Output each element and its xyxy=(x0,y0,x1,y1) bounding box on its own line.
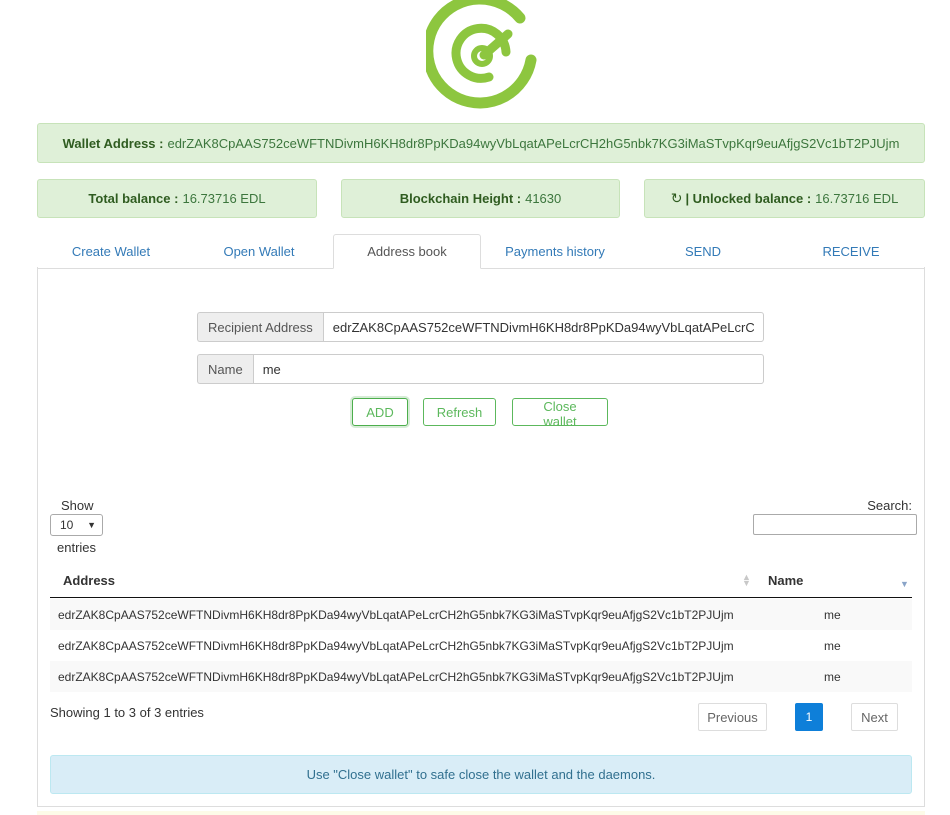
table-header-divider xyxy=(50,597,912,598)
bottom-strip xyxy=(37,811,925,815)
entries-label: entries xyxy=(57,540,97,555)
close-wallet-button[interactable]: Close wallet xyxy=(512,398,608,429)
refresh-button[interactable]: Refresh xyxy=(423,398,496,426)
tab-address-book[interactable]: Address book xyxy=(333,234,481,269)
sort-desc-icon: ▼ xyxy=(900,579,909,589)
row-name: me xyxy=(824,669,841,684)
row-address: edrZAK8CpAAS752ceWFTNDivmH6KH8dr8PpKDa94… xyxy=(58,607,734,622)
blockchain-height-label: Blockchain Height : xyxy=(399,191,522,206)
tab-payments-history[interactable]: Payments history xyxy=(481,234,629,268)
total-balance-label: Total balance : xyxy=(88,191,179,206)
chevron-down-icon: ▼ xyxy=(87,520,96,530)
page-length-value: 10 xyxy=(60,518,74,532)
table-info: Showing 1 to 3 of 3 entries xyxy=(50,705,204,720)
blockchain-height-value: 41630 xyxy=(525,191,562,206)
blockchain-height-panel: Blockchain Height : 41630 xyxy=(341,179,620,218)
wallet-logo xyxy=(426,0,537,109)
table-row[interactable]: edrZAK8CpAAS752ceWFTNDivmH6KH8dr8PpKDa94… xyxy=(50,599,912,630)
name-group: Name xyxy=(197,354,764,384)
refresh-icon[interactable]: ↻ xyxy=(671,190,683,207)
next-page-button[interactable]: Next xyxy=(851,703,898,731)
tab-create-wallet[interactable]: Create Wallet xyxy=(37,234,185,268)
show-label: Show xyxy=(61,498,94,513)
wallet-address-label: Wallet Address : xyxy=(62,135,164,151)
search-input[interactable] xyxy=(753,514,917,535)
row-name: me xyxy=(824,607,841,622)
name-label: Name xyxy=(197,354,253,384)
recipient-address-group: Recipient Address xyxy=(197,312,764,342)
table-row[interactable]: edrZAK8CpAAS752ceWFTNDivmH6KH8dr8PpKDa94… xyxy=(50,661,912,692)
column-header-name[interactable]: Name xyxy=(768,573,803,588)
tab-open-wallet[interactable]: Open Wallet xyxy=(185,234,333,268)
recipient-address-input[interactable] xyxy=(322,312,764,342)
tab-receive[interactable]: RECEIVE xyxy=(777,234,925,268)
recipient-address-label: Recipient Address xyxy=(197,312,323,342)
close-wallet-info-alert: Use "Close wallet" to safe close the wal… xyxy=(50,755,912,794)
unlocked-balance-label: | Unlocked balance : xyxy=(685,191,812,206)
address-book-panel xyxy=(37,267,925,807)
add-button[interactable]: ADD xyxy=(352,398,408,426)
wallet-address-value: edrZAK8CpAAS752ceWFTNDivmH6KH8dr8PpKDa94… xyxy=(167,135,900,151)
page-length-select[interactable]: 10 ▼ xyxy=(50,514,103,536)
wallet-address-panel: Wallet Address : edrZAK8CpAAS752ceWFTNDi… xyxy=(37,123,925,163)
sort-both-icon: ▲ ▼ xyxy=(742,572,751,588)
column-header-address[interactable]: Address xyxy=(63,573,115,588)
table-row[interactable]: edrZAK8CpAAS752ceWFTNDivmH6KH8dr8PpKDa94… xyxy=(50,630,912,661)
row-address: edrZAK8CpAAS752ceWFTNDivmH6KH8dr8PpKDa94… xyxy=(58,638,734,653)
unlocked-balance-panel: ↻ | Unlocked balance : 16.73716 EDL xyxy=(644,179,925,218)
name-input[interactable] xyxy=(252,354,764,384)
previous-page-button[interactable]: Previous xyxy=(698,703,767,731)
unlocked-balance-value: 16.73716 EDL xyxy=(815,191,899,206)
row-name: me xyxy=(824,638,841,653)
total-balance-panel: Total balance : 16.73716 EDL xyxy=(37,179,317,218)
row-address: edrZAK8CpAAS752ceWFTNDivmH6KH8dr8PpKDa94… xyxy=(58,669,734,684)
main-tabs: Create Wallet Open Wallet Address book P… xyxy=(37,234,925,269)
total-balance-value: 16.73716 EDL xyxy=(182,191,266,206)
page-1-button[interactable]: 1 xyxy=(795,703,823,731)
tab-send[interactable]: SEND xyxy=(629,234,777,268)
search-label: Search: xyxy=(867,498,912,513)
